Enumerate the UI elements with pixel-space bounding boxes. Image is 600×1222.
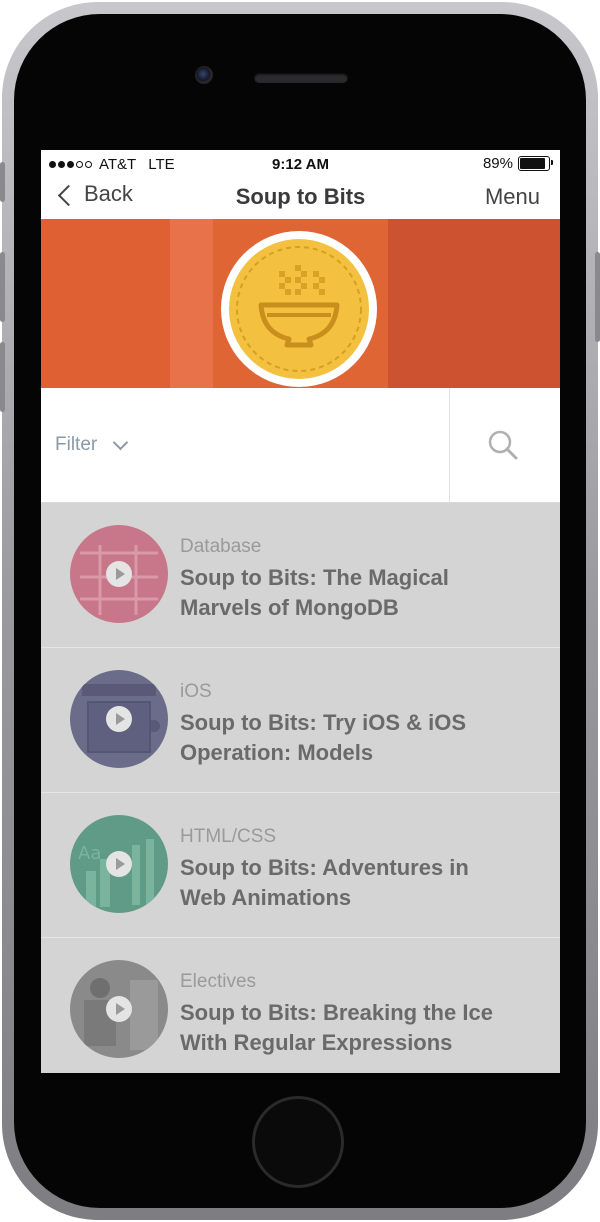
soup-bowl-badge-icon [221, 231, 377, 387]
filter-bar: Filter [41, 388, 560, 503]
course-title: Soup to Bits: Adventures in Web Animatio… [180, 855, 469, 910]
filter-dropdown[interactable]: Filter [55, 434, 129, 456]
battery-status: 89% [482, 155, 553, 172]
app-screen: AT&T LTE 9:12 AM 89% Back Soup to Bits M… [41, 150, 560, 1073]
course-thumbnail [70, 670, 168, 768]
banner-stripe [388, 219, 560, 388]
course-category: HTML/CSS [180, 826, 277, 847]
course-category: iOS [180, 681, 212, 702]
banner-stripe [170, 219, 213, 388]
navigation-bar: Back Soup to Bits Menu [41, 178, 560, 220]
mute-switch [0, 162, 5, 202]
battery-icon [518, 156, 553, 171]
play-icon [106, 706, 132, 732]
volume-down-button [0, 342, 5, 412]
earpiece-speaker [254, 73, 348, 83]
battery-percent: 89% [482, 155, 513, 172]
divider [449, 388, 450, 502]
list-item[interactable]: Electives Soup to Bits: Breaking the Ice… [41, 938, 560, 1073]
svg-text:Aa: Aa [78, 843, 101, 864]
battery-fill [520, 158, 545, 169]
list-item[interactable]: Database Soup to Bits: The Magical Marve… [41, 503, 560, 648]
battery-tip [551, 160, 553, 165]
list-item[interactable]: iOS Soup to Bits: Try iOS & iOS Operatio… [41, 648, 560, 793]
course-title: Soup to Bits: The Magical Marvels of Mon… [180, 565, 449, 620]
chevron-down-icon [112, 434, 129, 450]
list-item[interactable]: Aa HTML/CSS Soup to Bits: Adventures in … [41, 793, 560, 938]
page-title: Soup to Bits [235, 184, 366, 209]
play-icon [106, 561, 132, 587]
course-thumbnail: Aa [70, 815, 168, 913]
course-category: Electives [180, 971, 257, 992]
search-icon[interactable] [486, 428, 520, 462]
power-button [595, 252, 600, 342]
play-icon [106, 996, 132, 1022]
menu-button[interactable]: Menu [485, 184, 540, 210]
header-banner [41, 219, 560, 388]
course-title: Soup to Bits: Try iOS & iOS Operation: M… [180, 710, 467, 765]
course-category: Database [180, 536, 262, 557]
play-icon [106, 851, 132, 877]
course-thumbnail [70, 960, 168, 1058]
front-camera [195, 66, 213, 84]
course-list: Database Soup to Bits: The Magical Marve… [41, 503, 560, 1073]
status-bar: AT&T LTE 9:12 AM 89% [41, 150, 560, 178]
filter-label: Filter [55, 434, 98, 455]
volume-up-button [0, 252, 5, 322]
home-button[interactable] [252, 1096, 344, 1188]
course-thumbnail [70, 525, 168, 623]
course-title: Soup to Bits: Breaking the Ice With Regu… [180, 1000, 493, 1055]
